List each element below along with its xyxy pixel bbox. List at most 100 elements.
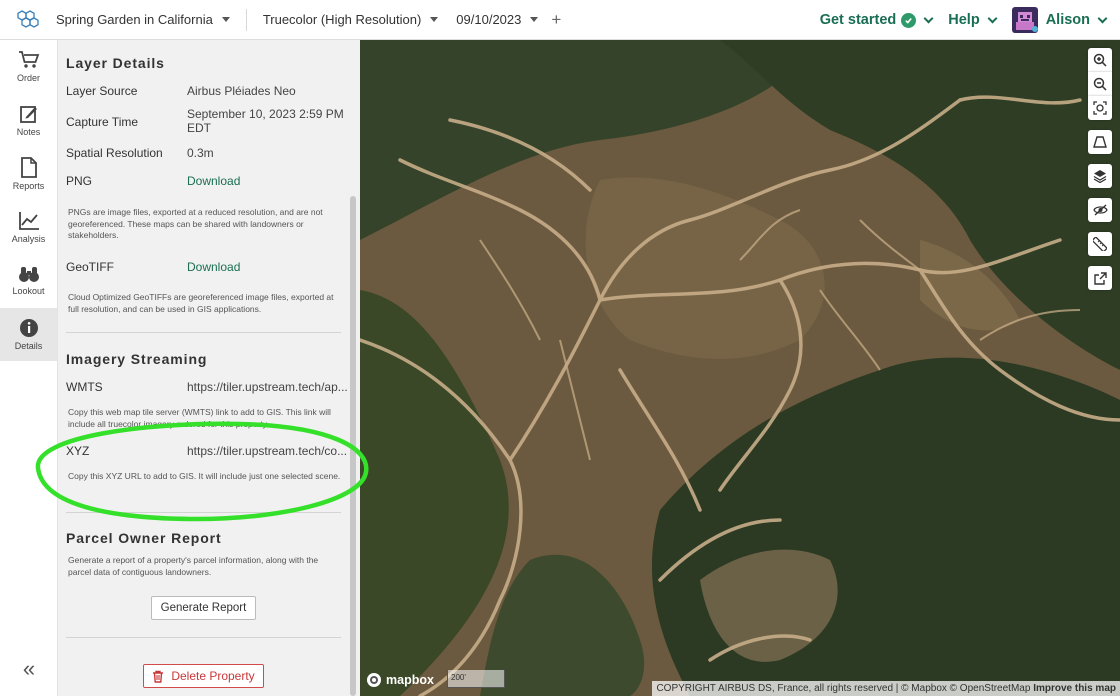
- mapbox-icon: [367, 673, 381, 687]
- rail-item-lookout[interactable]: Lookout: [0, 254, 57, 308]
- wmts-note: Copy this web map tile server (WMTS) lin…: [68, 407, 331, 429]
- layer-name: Truecolor (High Resolution): [262, 12, 422, 27]
- layer-source-label: Layer Source: [66, 84, 138, 98]
- xyz-note: Copy this XYZ URL to add to GIS. It will…: [68, 471, 341, 481]
- divider: [66, 332, 341, 333]
- zoom-out-icon: [1093, 77, 1107, 91]
- fit-bounds-button[interactable]: [1088, 96, 1112, 120]
- layers-icon: [1093, 170, 1107, 183]
- delete-property-button[interactable]: Delete Property: [143, 664, 264, 688]
- chevron-down-icon: [987, 13, 998, 23]
- app-logo-icon[interactable]: [0, 0, 56, 40]
- map-controls: [1088, 48, 1112, 290]
- wmts-url[interactable]: https://tiler.upstream.tech/ap...: [187, 380, 348, 394]
- satellite-imagery: [360, 40, 1120, 696]
- map-scale: 200': [447, 670, 505, 688]
- generate-report-button[interactable]: Generate Report: [151, 596, 256, 620]
- rail-item-reports[interactable]: Reports: [0, 147, 57, 201]
- measure-button[interactable]: [1088, 232, 1112, 256]
- notes-icon: [19, 105, 37, 123]
- rail-label: Notes: [16, 126, 41, 137]
- cart-icon: [18, 51, 39, 68]
- rail-label: Reports: [12, 180, 45, 191]
- png-note: PNGs are image files, exported at a redu…: [68, 207, 323, 240]
- zoom-in-button[interactable]: [1088, 48, 1112, 72]
- geotiff-note: Cloud Optimized GeoTIFFs are georeferenc…: [68, 292, 334, 314]
- chevron-down-icon: [1097, 13, 1108, 23]
- help-label: Help: [948, 12, 980, 28]
- capture-time-label: Capture Time: [66, 115, 139, 129]
- ruler-icon: [1093, 237, 1107, 251]
- panel-scrollbar[interactable]: [350, 196, 356, 696]
- caret-down-icon: [530, 17, 539, 22]
- map-attribution: COPYRIGHT AIRBUS DS, France, all rights …: [652, 681, 1120, 696]
- property-name: Spring Garden in California: [56, 12, 213, 27]
- add-layer-button[interactable]: +: [551, 11, 561, 28]
- details-panel: Layer Details Layer Source Airbus Pléiad…: [58, 40, 360, 696]
- parcel-owner-report-heading: Parcel Owner Report: [66, 530, 222, 546]
- png-download-link[interactable]: Download: [187, 174, 240, 188]
- perspective-button[interactable]: [1088, 130, 1112, 154]
- spatial-resolution-label: Spatial Resolution: [66, 146, 163, 160]
- rail-label: Analysis: [11, 233, 46, 244]
- divider: [66, 512, 341, 513]
- satellite-map[interactable]: mapbox 200' COPYRIGHT AIRBUS DS, France,…: [360, 40, 1120, 696]
- capture-time-value: September 10, 2023 2:59 PM EDT: [187, 107, 344, 135]
- fit-bounds-icon: [1093, 101, 1107, 115]
- improve-map-link[interactable]: Improve this map: [1033, 683, 1116, 694]
- get-started-label: Get started: [819, 12, 897, 28]
- spatial-resolution-value: 0.3m: [187, 146, 214, 160]
- zoom-in-icon: [1093, 53, 1107, 67]
- delete-property-label: Delete Property: [171, 669, 255, 683]
- layers-button[interactable]: [1088, 164, 1112, 188]
- geotiff-label: GeoTIFF: [66, 260, 115, 274]
- rail-item-order[interactable]: Order: [0, 40, 57, 94]
- png-label: PNG: [66, 174, 93, 188]
- zoom-out-button[interactable]: [1088, 72, 1112, 96]
- open-external-button[interactable]: [1088, 266, 1112, 290]
- layer-details-heading: Layer Details: [66, 55, 165, 71]
- xyz-label: XYZ: [66, 444, 90, 458]
- mapbox-logo[interactable]: mapbox: [366, 672, 434, 688]
- user-menu[interactable]: Alison: [1045, 12, 1108, 28]
- divider: [245, 8, 247, 31]
- external-link-icon: [1093, 271, 1107, 285]
- rail-label: Order: [16, 73, 40, 84]
- chart-icon: [18, 211, 39, 230]
- user-name: Alison: [1045, 12, 1090, 28]
- property-dropdown[interactable]: Spring Garden in California: [56, 12, 230, 27]
- rail-label: Lookout: [12, 286, 45, 297]
- get-started-menu[interactable]: Get started: [819, 12, 934, 28]
- perspective-icon: [1093, 136, 1107, 148]
- date-value: 09/10/2023: [456, 12, 522, 27]
- info-icon: [19, 318, 38, 337]
- imagery-streaming-heading: Imagery Streaming: [66, 351, 208, 367]
- geotiff-download-link[interactable]: Download: [187, 260, 240, 274]
- right-nav: Get started Help Alison: [819, 0, 1108, 40]
- xyz-url[interactable]: https://tiler.upstream.tech/co...: [187, 444, 347, 458]
- attribution-text: COPYRIGHT AIRBUS DS, France, all rights …: [656, 683, 1031, 694]
- rail-item-notes[interactable]: Notes: [0, 94, 57, 148]
- hide-layer-button[interactable]: [1088, 198, 1112, 222]
- rail-label: Details: [14, 340, 43, 351]
- parcel-note: Generate a report of a property's parcel…: [68, 555, 319, 577]
- date-dropdown[interactable]: 09/10/2023: [456, 12, 539, 27]
- caret-down-icon: [221, 17, 230, 22]
- top-bar: Spring Garden in California Truecolor (H…: [0, 0, 1120, 40]
- mapbox-label: mapbox: [386, 673, 434, 687]
- left-rail: Order Notes Reports Analysis Lookout Det…: [0, 40, 58, 696]
- caret-down-icon: [430, 17, 439, 22]
- layer-dropdown[interactable]: Truecolor (High Resolution): [262, 12, 439, 27]
- check-circle-icon: [901, 12, 917, 28]
- hide-icon: [1092, 204, 1108, 216]
- avatar[interactable]: [1011, 7, 1038, 33]
- rail-item-analysis[interactable]: Analysis: [0, 201, 57, 255]
- help-menu[interactable]: Help: [948, 12, 998, 28]
- chevron-down-icon: [923, 13, 934, 23]
- divider: [66, 637, 341, 638]
- layer-source-value: Airbus Pléiades Neo: [187, 84, 296, 98]
- wmts-label: WMTS: [66, 380, 103, 394]
- rail-item-details[interactable]: Details: [0, 307, 57, 361]
- trash-icon: [153, 670, 164, 683]
- collapse-sidebar-button[interactable]: «: [0, 656, 58, 682]
